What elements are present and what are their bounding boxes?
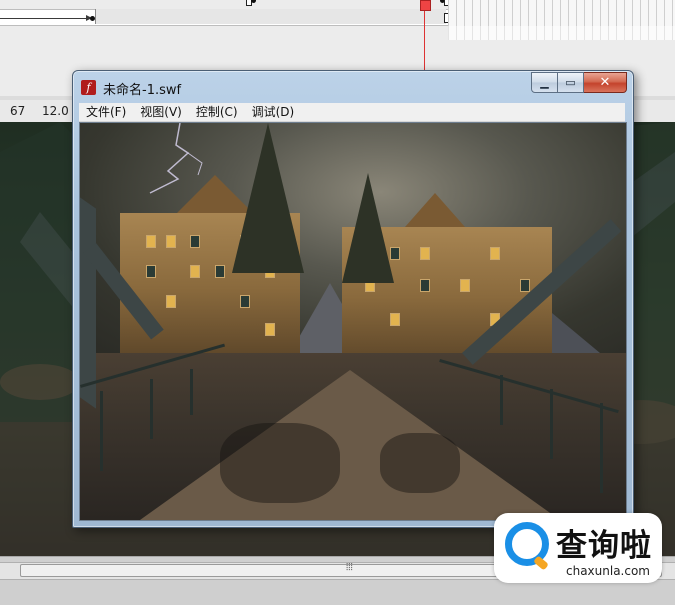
maximize-button[interactable]: ▭ (558, 72, 584, 93)
railing-post (500, 375, 503, 425)
magnifier-logo-icon (505, 522, 549, 566)
railing-post (150, 379, 153, 439)
watermark-subtitle: chaxunla.com (566, 564, 650, 578)
scrollbar-grip-icon: ⦙⦙⦙ (346, 562, 353, 573)
railing-post (100, 391, 103, 471)
railing-post (550, 389, 553, 459)
swf-movie-area[interactable] (79, 122, 627, 521)
close-button[interactable]: ✕ (584, 72, 627, 93)
building-window (240, 295, 250, 308)
building-window (460, 279, 470, 292)
building-window (166, 295, 176, 308)
building-window (215, 265, 225, 278)
building-window (190, 235, 200, 248)
building-window (520, 279, 530, 292)
building-window (390, 313, 400, 326)
flash-player-icon: f (81, 80, 96, 95)
current-frame-readout: 67 (10, 104, 26, 118)
close-icon: ✕ (599, 75, 611, 90)
menu-debug[interactable]: 调试(D) (245, 103, 302, 121)
right-building-gable (405, 193, 465, 227)
minimize-button[interactable]: ▁ (531, 72, 558, 93)
railing-post (190, 369, 193, 415)
building-window (420, 279, 430, 292)
timeline-status-bar-right (630, 100, 675, 123)
maximize-icon: ▭ (565, 76, 576, 89)
frame-rate-readout: 12.0 (42, 104, 69, 118)
building-window (146, 235, 156, 248)
tree-right (342, 173, 394, 283)
frame-span[interactable] (95, 9, 446, 24)
timeline-frame-grid[interactable] (448, 26, 675, 40)
building-window (265, 323, 275, 336)
keyframe[interactable] (251, 0, 256, 3)
menu-bar: 文件(F) 视图(V) 控制(C) 调试(D) (79, 103, 625, 122)
window-title: 未命名-1.swf (103, 83, 182, 98)
building-window (490, 247, 500, 260)
bridge-walkway (140, 370, 560, 520)
building-window (420, 247, 430, 260)
flash-player-window[interactable]: f 未命名-1.swf ▁ ▭ ✕ 文件(F) 视图(V) 控制(C) 调试(D… (72, 70, 634, 528)
window-controls: ▁ ▭ ✕ (531, 72, 627, 93)
window-titlebar[interactable]: f 未命名-1.swf ▁ ▭ ✕ (73, 71, 633, 101)
bridge-girder-left (80, 197, 96, 409)
minimize-icon: ▁ (540, 76, 549, 89)
tree-left (232, 123, 304, 273)
watermark-title: 查询啦 (556, 528, 652, 564)
building-window (166, 235, 176, 248)
motion-tween-arrow (0, 15, 92, 21)
building-window (190, 265, 200, 278)
timeline-frame-ruler[interactable] (448, 0, 675, 27)
menu-control[interactable]: 控制(C) (189, 103, 245, 121)
building-window (146, 265, 156, 278)
menu-file[interactable]: 文件(F) (79, 103, 133, 121)
water-reflection (380, 433, 460, 493)
playhead-handle[interactable] (420, 0, 431, 11)
railing-post (600, 403, 603, 493)
menu-view[interactable]: 视图(V) (133, 103, 189, 121)
water-reflection (220, 423, 340, 503)
